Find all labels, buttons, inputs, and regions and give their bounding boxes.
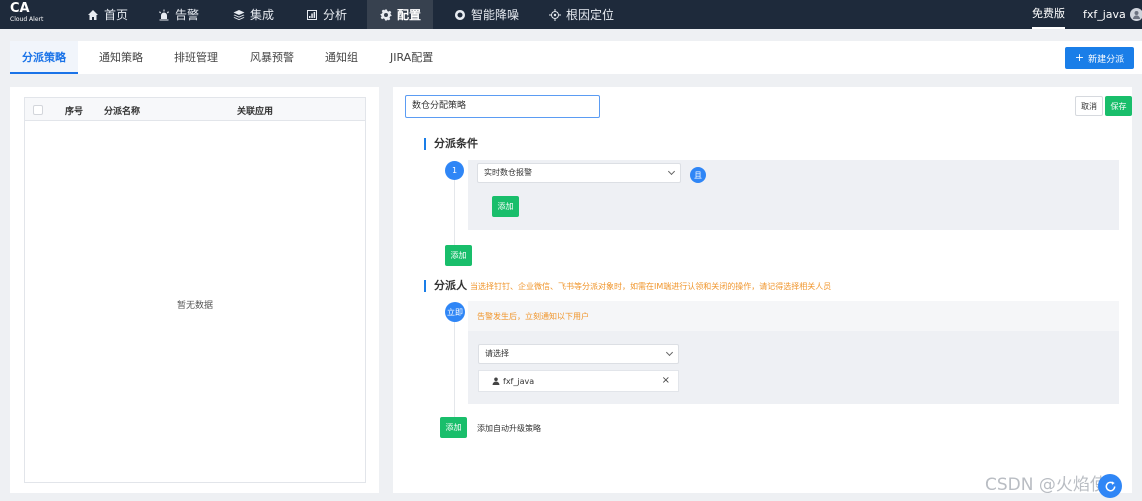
user-menu[interactable]: fxf_java: [1083, 0, 1142, 29]
dispatch-table: 序号 分派名称 关联应用 暂无数据: [24, 97, 366, 483]
chart-icon: [307, 9, 317, 20]
nav-config[interactable]: 配置: [367, 0, 433, 29]
nav-config-label: 配置: [397, 8, 422, 22]
edition-badge[interactable]: 免费版: [1032, 0, 1065, 29]
assignee-section-title: 分派人: [424, 280, 467, 292]
noise-icon: [454, 9, 465, 20]
new-dispatch-label: 新建分派: [1088, 54, 1125, 65]
nav-home-label: 首页: [104, 8, 129, 22]
conditions-timeline: [454, 170, 455, 246]
chevron-down-icon: [665, 348, 674, 357]
cancel-button[interactable]: 取消: [1075, 96, 1103, 116]
column-header-index: 序号: [65, 107, 84, 117]
nav-analysis-label: 分析: [323, 8, 348, 22]
logo-text: CA: [10, 1, 30, 16]
add-escalation-label: 添加自动升级策略: [477, 424, 541, 433]
top-nav-bar: CA Cloud Alert 首页 告警 集成 分析 配置 智能降噪 根因定位 …: [0, 0, 1142, 29]
column-header-name: 分派名称: [104, 107, 141, 117]
nav-integration-label: 集成: [250, 8, 275, 22]
and-operator-badge[interactable]: 且: [690, 167, 706, 183]
nav-root-cause[interactable]: 根因定位: [549, 0, 614, 29]
assignee-group: 告警发生后，立刻通知以下用户 请选择 fxf_java ×: [468, 301, 1119, 404]
nav-analysis[interactable]: 分析: [306, 0, 347, 29]
selected-user-name: fxf_java: [503, 376, 535, 386]
add-condition-group-button[interactable]: 添加: [445, 245, 472, 266]
table-header: 序号 分派名称 关联应用: [25, 98, 365, 121]
tab-jira-config[interactable]: JIRA配置: [390, 41, 433, 74]
logo-subtitle: Cloud Alert: [10, 16, 44, 23]
user-avatar-icon: [1132, 10, 1140, 19]
nav-root-cause-label: 根因定位: [566, 8, 615, 22]
app-logo[interactable]: CA Cloud Alert: [10, 2, 43, 24]
help-button[interactable]: [1098, 474, 1122, 498]
config-tabs-bar: 分派策略 通知策略 排班管理 风暴预警 通知组 JIRA配置 + 新建分派: [10, 41, 1142, 74]
plus-icon: +: [1074, 51, 1085, 64]
target-icon: [549, 8, 561, 21]
assignee-description: 告警发生后，立刻通知以下用户: [477, 312, 589, 321]
close-icon[interactable]: ×: [662, 376, 670, 386]
column-header-apps: 关联应用: [237, 107, 274, 117]
tab-notify-group[interactable]: 通知组: [325, 41, 358, 74]
conditions-section-title: 分派条件: [424, 138, 478, 150]
tab-schedule[interactable]: 排班管理: [174, 41, 218, 74]
add-escalation-button[interactable]: 添加: [440, 417, 467, 438]
home-icon: [88, 9, 98, 20]
layers-icon: [233, 9, 245, 20]
dispatch-list-panel: 序号 分派名称 关联应用 暂无数据: [10, 87, 379, 493]
refresh-icon: [1105, 480, 1115, 491]
save-button[interactable]: 保存: [1105, 96, 1132, 116]
nav-noise-reduction[interactable]: 智能降噪: [454, 0, 519, 29]
new-dispatch-button[interactable]: + 新建分派: [1065, 47, 1134, 69]
user-icon: [492, 377, 500, 385]
assignee-timeline: [454, 310, 455, 420]
tab-storm-warning[interactable]: 风暴预警: [250, 41, 294, 74]
nav-integration[interactable]: 集成: [233, 0, 274, 29]
tab-notify-policy[interactable]: 通知策略: [99, 41, 143, 74]
user-name: fxf_java: [1083, 8, 1126, 21]
nav-alerts-label: 告警: [175, 8, 200, 22]
gear-icon: [380, 9, 392, 20]
condition-select[interactable]: 实时数仓报警: [477, 163, 681, 183]
alarm-icon: [159, 9, 169, 20]
assignee-group-header: 告警发生后，立刻通知以下用户: [468, 301, 1119, 331]
select-all-checkbox[interactable]: [33, 105, 43, 115]
condition-select-value: 实时数仓报警: [484, 168, 532, 177]
assignee-hint: 当选择钉钉、企业微信、飞书等分派对象时，如需在IM端进行认领和关闭的操作，请记得…: [470, 282, 832, 291]
add-condition-button[interactable]: 添加: [492, 196, 519, 217]
dispatch-editor-panel: 数仓分配策略 取消 保存 分派条件 1 实时数仓报警 且 添加 添加 分派人 当…: [393, 87, 1132, 493]
assignee-select[interactable]: 请选择: [478, 344, 679, 364]
empty-state-text: 暂无数据: [176, 301, 213, 311]
nav-alerts[interactable]: 告警: [158, 0, 199, 29]
avatar: [1129, 8, 1142, 21]
nav-home[interactable]: 首页: [87, 0, 128, 29]
selected-user-chip: fxf_java ×: [478, 370, 679, 392]
watermark: CSDN @火焰使i: [985, 475, 1112, 495]
condition-group: 实时数仓报警 且 添加: [468, 160, 1119, 230]
immediate-step-badge: 立即: [445, 302, 465, 322]
nav-noise-reduction-label: 智能降噪: [471, 8, 520, 22]
assignee-select-placeholder: 请选择: [485, 349, 509, 358]
tab-dispatch-policy[interactable]: 分派策略: [10, 41, 78, 74]
policy-name-input[interactable]: 数仓分配策略: [405, 95, 600, 118]
chevron-down-icon: [667, 167, 676, 176]
condition-step-badge: 1: [445, 161, 464, 180]
